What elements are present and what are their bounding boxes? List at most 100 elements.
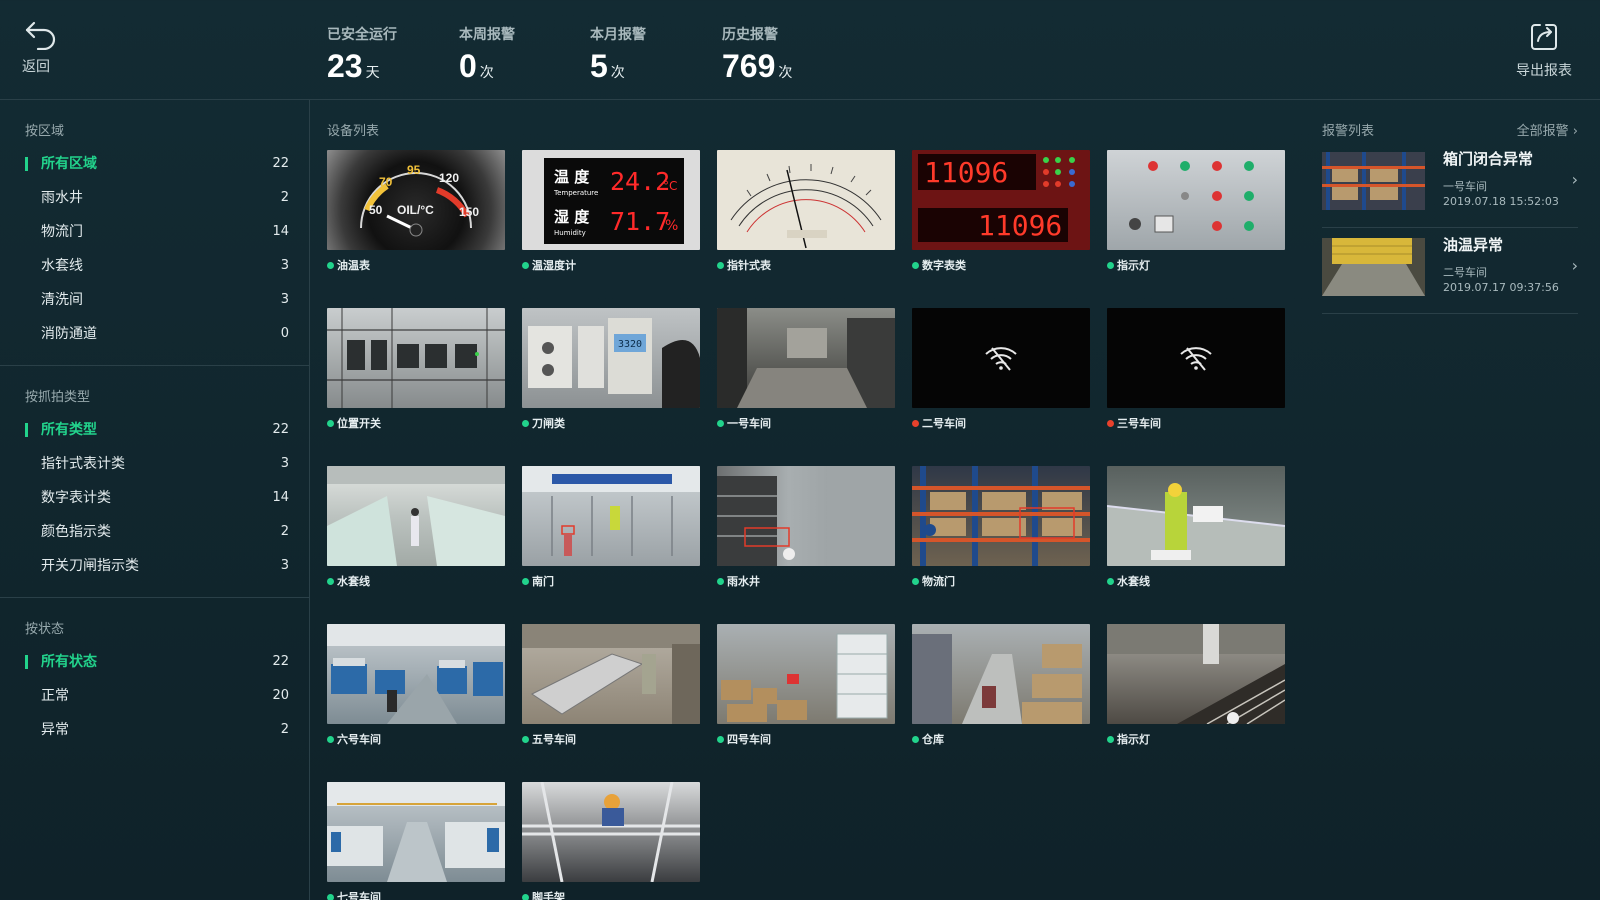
filter-count: 3 [280,456,289,471]
device-thumbnail [717,308,895,408]
filter-count: 3 [280,292,289,307]
device-thumbnail [1107,466,1285,566]
export-label: 导出报表 [1516,63,1572,79]
device-card[interactable]: 二号车间 [912,308,1090,444]
filter-count: 3 [280,258,289,273]
filter-area-logistics-gate[interactable]: 物流门 14 [0,215,309,249]
device-thumbnail [327,782,505,882]
stat-title: 本月报警 [590,27,646,43]
status-dot [327,262,334,269]
device-card[interactable]: 指示灯 [1107,624,1285,760]
device-thumbnail [327,466,505,566]
device-list-panel: 设备列表 70 95 120 50 150 OIL/°C 油温表 温 度 Tem… [311,100,1303,900]
device-card[interactable]: 11096 11096 数字表类 [912,150,1090,286]
alarm-item[interactable]: 箱门闭合异常 一号车间 2019.07.18 15:52:03 › [1322,148,1578,228]
device-card[interactable]: 六号车间 [327,624,505,760]
device-label: 数字表类 [922,259,966,272]
device-card[interactable]: 四号车间 [717,624,895,760]
filter-count: 20 [272,688,289,703]
status-dot [1107,262,1114,269]
filter-status-all[interactable]: 所有状态 22 [0,645,309,679]
device-label: 四号车间 [727,733,771,746]
back-arrow-icon [25,21,56,50]
digital-top-value: 11096 [924,156,1008,189]
device-thumbnail [1107,150,1285,250]
filter-type-pointer-meter[interactable]: 指针式表计类 3 [0,447,309,481]
filter-area-water-jacket-line[interactable]: 水套线 3 [0,249,309,283]
device-card[interactable]: 水套线 [1107,466,1285,602]
device-card[interactable]: 温 度 Temperature 24.2 °C 湿 度 Humidity 71.… [522,150,700,286]
filter-area-rain-well[interactable]: 雨水井 2 [0,181,309,215]
device-label: 温湿度计 [532,259,576,272]
device-label: 七号车间 [337,891,381,900]
export-report-button[interactable]: 导出报表 [1512,22,1576,88]
device-card[interactable]: 物流门 [912,466,1090,602]
status-dot [717,736,724,743]
filter-sidebar: 按区域 所有区域 22 雨水井 2 物流门 14 水套线 3 清洗间 3 消防通道 0 按抓… [0,100,310,900]
gauge-tick: 150 [459,205,479,219]
stat-unit: 次 [778,65,793,81]
device-thumbnail [522,624,700,724]
alarm-location: 一号车间 [1443,180,1487,193]
filter-label: 所有区域 [41,156,97,172]
top-bar: 返回 已安全运行 23 天 本周报警 0次 本月报警 5次 历史报警 769 次 导… [0,0,1600,100]
status-dot [912,420,919,427]
stat-value: 0 [459,48,477,84]
filter-count: 22 [272,156,289,171]
device-card[interactable]: 仓库 [912,624,1090,760]
lcd-hum-label: 湿 度 [554,208,590,226]
device-card[interactable]: 南门 [522,466,700,602]
device-card[interactable]: 脚手架 [522,782,700,900]
device-card[interactable]: 指示灯 [1107,150,1285,286]
export-icon [1531,24,1557,50]
filter-area-wash-room[interactable]: 清洗间 3 [0,283,309,317]
status-dot [1107,420,1114,427]
lcd-hum-en: Humidity [554,229,586,237]
filter-type-digital-meter[interactable]: 数字表计类 14 [0,481,309,515]
all-alarms-link[interactable]: 全部报警 › [1517,120,1578,139]
device-card[interactable]: 五号车间 [522,624,700,760]
alarm-thumbnail [1322,238,1425,296]
filter-area-fire-lane[interactable]: 消防通道 0 [0,317,309,351]
device-thumbnail [1107,624,1285,724]
device-label: 南门 [532,575,554,588]
alarm-item[interactable]: 油温异常 二号车间 2019.07.17 09:37:56 › [1322,234,1578,314]
filter-group-area: 按区域 所有区域 22 雨水井 2 物流门 14 水套线 3 清洗间 3 消防通道 0 [0,100,309,366]
device-label: 油温表 [337,259,370,272]
stat-value: 5 [590,48,608,84]
status-dot [522,894,529,900]
device-card[interactable]: 70 95 120 50 150 OIL/°C 油温表 [327,150,505,286]
device-card[interactable]: 雨水井 [717,466,895,602]
alarm-time: 2019.07.18 15:52:03 [1443,195,1559,208]
device-thumbnail [717,150,895,250]
chevron-right-icon: › [1572,124,1578,139]
filter-status-abnormal[interactable]: 异常 2 [0,713,309,747]
filter-label: 水套线 [41,258,83,274]
device-card[interactable]: 水套线 [327,466,505,602]
gauge-unit: OIL/°C [397,203,434,217]
device-label: 六号车间 [337,733,381,746]
device-card[interactable]: 3320 刀闸类 [522,308,700,444]
device-label: 五号车间 [532,733,576,746]
status-dot [1107,736,1114,743]
device-card[interactable]: 三号车间 [1107,308,1285,444]
filter-type-switch-indicator[interactable]: 开关刀闸指示类 3 [0,549,309,583]
device-card[interactable]: 一号车间 [717,308,895,444]
device-card[interactable]: 指针式表 [717,150,895,286]
all-alarms-label: 全部报警 [1516,124,1569,139]
filter-count: 14 [272,490,289,505]
lcd-temp-value: 24.2 [610,167,670,196]
filter-area-all[interactable]: 所有区域 22 [0,147,309,181]
device-card[interactable]: 七号车间 [327,782,505,900]
filter-label: 雨水井 [41,190,83,206]
filter-type-all[interactable]: 所有类型 22 [0,413,309,447]
filter-status-normal[interactable]: 正常 20 [0,679,309,713]
back-button[interactable]: 返回 [22,20,78,86]
device-label: 刀闸类 [532,417,565,430]
filter-label: 物流门 [41,224,83,240]
filter-type-color-indicator[interactable]: 颜色指示类 2 [0,515,309,549]
device-thumbnail [327,624,505,724]
device-card[interactable]: 位置开关 [327,308,505,444]
device-thumbnail: 11096 11096 [912,150,1090,250]
status-dot [522,420,529,427]
